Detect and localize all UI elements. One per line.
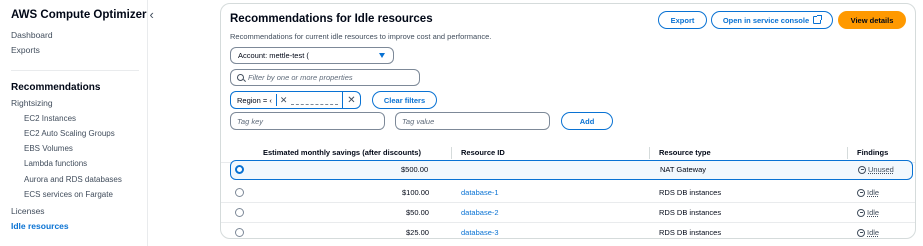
sidebar-item-rds[interactable]: Aurora and RDS databases	[24, 175, 122, 184]
tag-value-input[interactable]: Tag value	[395, 112, 550, 130]
sidebar-item-licenses[interactable]: Licenses	[11, 206, 45, 216]
resource-id-link[interactable]: database-3	[461, 228, 499, 237]
sidebar-title-text: AWS Compute Optimizer	[11, 8, 147, 21]
token-value-field[interactable]	[291, 95, 338, 105]
filter-placeholder: Filter by one or more properties	[248, 73, 353, 82]
export-button-label: Export	[670, 15, 695, 25]
status-icon	[857, 228, 865, 237]
tag-value-placeholder: Tag value	[402, 116, 435, 126]
savings-cell: $25.00	[406, 228, 429, 237]
chevron-left-icon[interactable]: ‹	[149, 7, 153, 22]
column-header-savings[interactable]: Estimated monthly savings (after discoun…	[263, 148, 421, 157]
savings-cell: $50.00	[406, 208, 429, 217]
row-radio[interactable]	[235, 228, 244, 237]
caret-down-icon	[379, 53, 385, 58]
row-radio[interactable]	[235, 208, 244, 217]
savings-cell: $500.00	[401, 165, 429, 174]
status-icon	[857, 208, 865, 217]
sidebar-item-ec2-instances[interactable]: EC2 Instances	[24, 114, 76, 123]
sidebar-divider	[11, 70, 139, 71]
sidebar-item-lambda[interactable]: Lambda functions	[24, 159, 87, 168]
column-divider[interactable]	[649, 147, 650, 159]
clear-filters-label: Clear filters	[383, 95, 426, 105]
status-icon	[858, 165, 866, 174]
search-icon	[237, 74, 244, 81]
clear-filters-button[interactable]: Clear filters	[372, 91, 437, 109]
sidebar-section-recommendations: Recommendations	[11, 82, 101, 93]
finding-text[interactable]: Unused	[868, 165, 894, 174]
add-tag-label: Add	[579, 116, 595, 126]
sidebar-item-dashboard[interactable]: Dashboard	[11, 30, 53, 40]
sidebar-title: AWS Compute Optimizer ‹	[11, 7, 154, 22]
column-divider[interactable]	[847, 147, 848, 159]
status-icon	[857, 188, 865, 197]
finding-status: Unused	[858, 165, 894, 174]
export-button[interactable]: Export	[658, 11, 707, 29]
open-in-service-console-button[interactable]: Open in service console	[711, 11, 833, 29]
table-row[interactable]: $100.00 database-1 RDS DB instances Idle	[221, 183, 915, 203]
filter-token-label: Region = ‹	[237, 95, 272, 105]
column-divider[interactable]	[451, 147, 452, 159]
column-header-resource-type[interactable]: Resource type	[659, 148, 711, 157]
filter-token-region[interactable]: Region = ‹ ✕ ✕	[230, 91, 361, 109]
finding-text[interactable]: Idle	[867, 188, 879, 197]
resource-id-link[interactable]: database-2	[461, 208, 499, 217]
finding-status: Idle	[857, 188, 879, 197]
resource-type-cell: RDS DB instances	[659, 188, 722, 197]
add-tag-button[interactable]: Add	[561, 112, 613, 130]
close-icon[interactable]: ✕	[280, 95, 288, 106]
console-button-label: Open in service console	[722, 15, 810, 25]
savings-cell: $100.00	[402, 188, 430, 197]
property-filter-input[interactable]: Filter by one or more properties	[230, 69, 420, 86]
finding-status: Idle	[857, 208, 879, 217]
table-row[interactable]: $25.00 database-3 RDS DB instances Idle	[221, 223, 915, 238]
row-radio[interactable]	[235, 188, 244, 197]
tag-key-input[interactable]: Tag key	[230, 112, 385, 130]
sidebar: AWS Compute Optimizer ‹ Dashboard Export…	[0, 0, 154, 246]
sidebar-item-rightsizing[interactable]: Rightsizing	[11, 98, 53, 108]
resource-type-cell: RDS DB instances	[659, 208, 722, 217]
tag-key-placeholder: Tag key	[237, 116, 263, 126]
resource-type-cell: NAT Gateway	[660, 165, 706, 174]
table-row[interactable]: $50.00 database-2 RDS DB instances Idle	[221, 203, 915, 223]
sidebar-item-ecs[interactable]: ECS services on Fargate	[24, 190, 113, 199]
remove-token-icon[interactable]: ✕	[342, 91, 360, 109]
token-divider	[275, 94, 277, 106]
column-header-resource-id[interactable]: Resource ID	[461, 148, 505, 157]
finding-status: Idle	[857, 228, 879, 237]
row-radio-selected[interactable]	[235, 165, 244, 174]
column-header-findings[interactable]: Findings	[857, 148, 888, 157]
table-row[interactable]: $500.00 NAT Gateway Unused	[230, 160, 913, 180]
view-details-label: View details	[850, 15, 894, 25]
finding-text[interactable]: Idle	[867, 228, 879, 237]
sidebar-item-ec2-asg[interactable]: EC2 Auto Scaling Groups	[24, 129, 115, 138]
external-link-icon	[813, 15, 823, 24]
resource-id-link[interactable]: database-1	[461, 188, 499, 197]
account-select[interactable]: Account: mettle-test (	[230, 47, 394, 64]
page-title: Recommendations for Idle resources	[230, 13, 433, 25]
view-details-button[interactable]: View details	[838, 11, 906, 29]
page-description: Recommendations for current idle resourc…	[230, 32, 492, 41]
sidebar-item-exports[interactable]: Exports	[11, 45, 40, 55]
account-select-value: Account: mettle-test (	[238, 51, 309, 60]
sidebar-item-ebs-volumes[interactable]: EBS Volumes	[24, 144, 73, 153]
sidebar-item-idle-resources[interactable]: Idle resources	[11, 221, 69, 231]
idle-recommendations-panel: Recommendations for Idle resources Recom…	[220, 3, 916, 239]
finding-text[interactable]: Idle	[867, 208, 879, 217]
resource-type-cell: RDS DB instances	[659, 228, 722, 237]
